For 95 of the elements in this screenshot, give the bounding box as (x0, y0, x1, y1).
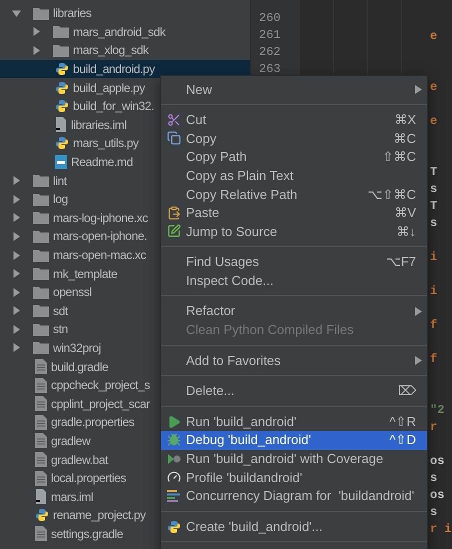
shortcut-label: ^⇧D (390, 431, 417, 450)
shortcut-label: ⇧⌘C (382, 148, 417, 166)
menu-item[interactable]: Add to Favorites (161, 351, 427, 370)
text-file-icon (35, 359, 47, 374)
tree-item[interactable]: libraries (0, 4, 250, 23)
code-fragment: s (430, 181, 438, 198)
folder-icon (33, 192, 49, 206)
python-file-icon (55, 62, 69, 76)
menu-item[interactable]: Delete... ⌦ (161, 382, 427, 400)
menu-item[interactable]: Profile 'buildandroid' (161, 468, 427, 487)
text-file-icon (35, 414, 47, 430)
coverage-icon (166, 452, 180, 466)
python-file-icon (35, 508, 49, 522)
python-file-icon (55, 80, 69, 95)
code-fragment: T (430, 164, 438, 181)
code-fragment: e (430, 113, 438, 130)
code-fragment: e (430, 28, 438, 45)
pencil-icon (166, 224, 180, 238)
folder-icon (53, 44, 69, 57)
code-fragment: os (430, 453, 446, 470)
copy-icon (166, 131, 180, 146)
tree-item[interactable]: mars_xlog_sdk (0, 41, 250, 60)
code-fragment: e (430, 79, 438, 96)
module-file-icon (55, 117, 67, 132)
shortcut-label: ⌘C (394, 130, 417, 148)
menu-item[interactable]: Jump to Source ⌘↓ (161, 222, 427, 241)
clipboard-icon (166, 206, 180, 220)
python-file-icon (55, 99, 69, 114)
code-fragment: s (430, 470, 438, 487)
scissors-icon (166, 112, 180, 127)
menu-item[interactable]: Find Usages ⌥F7 (161, 252, 427, 272)
gauge-icon (166, 470, 180, 484)
menu-item[interactable]: Refactor (161, 302, 427, 321)
menu-item[interactable]: New (161, 80, 427, 99)
text-file-icon (35, 452, 47, 468)
folder-icon (33, 322, 49, 336)
code-fragment: T (430, 198, 438, 215)
menu-item[interactable]: Paste ⌘V (161, 204, 427, 222)
menu-item[interactable]: Cut ⌘X (161, 110, 427, 130)
folder-icon (33, 6, 49, 20)
text-file-icon (35, 396, 47, 412)
menu-item[interactable]: Copy Relative Path ⌥⇧⌘C (161, 184, 427, 204)
code-fragment: f (430, 317, 438, 334)
menu-item[interactable]: Run 'build_android' ^⇧R (161, 412, 427, 431)
folder-icon (33, 230, 49, 243)
text-file-icon (35, 378, 47, 393)
folder-icon (33, 304, 49, 318)
text-file-icon (35, 433, 47, 448)
folder-icon (33, 174, 49, 188)
code-fragment: "2 (430, 402, 446, 419)
line-number: 262 (259, 44, 281, 61)
code-fragment: r (430, 419, 438, 436)
module-file-icon (35, 489, 47, 504)
code-fragment: r i (430, 521, 452, 538)
code-fragment: s (430, 504, 438, 521)
bars-icon (166, 490, 180, 502)
shortcut-label: ⌦ (398, 382, 418, 400)
code-fragment: i (430, 283, 438, 300)
python-file-icon (55, 136, 69, 150)
menu-item[interactable]: Debug 'build_android' ^⇧D (161, 430, 427, 450)
menu-item[interactable]: Copy Path ⇧⌘C (161, 148, 427, 166)
folder-icon (33, 267, 49, 280)
menu-item[interactable]: Copy as Plain Text (161, 166, 427, 185)
folder-icon (33, 211, 49, 224)
line-number: 263 (259, 61, 281, 78)
menu-item[interactable]: Concurrency Diagram for 'buildandroid' (161, 486, 427, 506)
folder-icon (53, 25, 69, 38)
shortcut-label: ⌘X (394, 111, 417, 130)
collapse-arrow-icon[interactable] (12, 8, 21, 18)
menu-item[interactable]: Run 'build_android' with Coverage (161, 450, 427, 468)
menu-item[interactable]: Inspect Code... (161, 271, 427, 290)
code-fragment: i (430, 249, 438, 266)
tree-item[interactable]: build_android.py (0, 60, 250, 78)
line-number: 260 (259, 10, 281, 27)
line-number: 261 (259, 27, 281, 44)
play-icon (166, 414, 180, 429)
menu-item[interactable]: Copy ⌘C (161, 129, 427, 148)
text-file-icon (35, 526, 47, 542)
text-file-icon (35, 470, 47, 486)
code-fragment: s (430, 215, 438, 232)
code-fragment: os (430, 487, 446, 504)
tree-item[interactable]: mars_android_sdk (0, 22, 250, 42)
python-icon (166, 520, 180, 534)
shortcut-label: ⌘↓ (396, 222, 417, 241)
shortcut-label: ⌘V (394, 204, 417, 222)
folder-icon (33, 248, 49, 262)
folder-icon (33, 341, 49, 354)
markdown-file-icon (55, 155, 67, 170)
menu-item[interactable]: Create 'build_android'... (161, 517, 427, 536)
shortcut-label: ^⇧R (390, 412, 417, 431)
bug-icon (166, 433, 180, 448)
shortcut-label: ⌥⇧⌘C (368, 186, 417, 204)
folder-icon (33, 286, 49, 299)
code-fragment: f (430, 351, 438, 368)
shortcut-label: ⌥F7 (386, 253, 417, 272)
